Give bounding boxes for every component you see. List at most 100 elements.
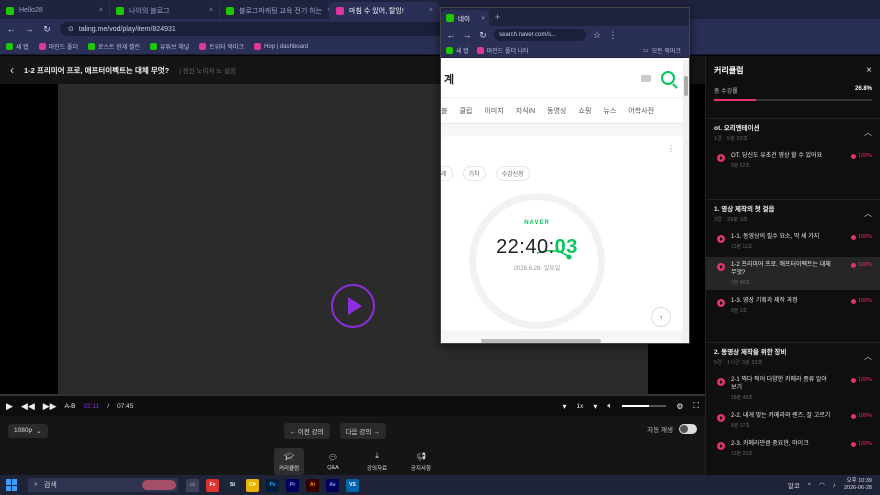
notice-tab[interactable]: 📢︎ 공지사항 bbox=[406, 448, 436, 475]
after-effects-icon[interactable]: Ae bbox=[326, 478, 339, 492]
forward-icon[interactable]: → bbox=[462, 30, 472, 40]
reload-icon[interactable]: ↻ bbox=[42, 24, 52, 35]
keyboard-icon[interactable] bbox=[641, 75, 651, 82]
autoplay-toggle[interactable] bbox=[679, 424, 697, 434]
lesson-item[interactable]: OT. 당신도 유초건 영상 할 수 있어요 5분 52초 100% bbox=[706, 148, 880, 173]
curriculum-tab[interactable]: 🎓︎ 커리큘럼 bbox=[274, 448, 304, 475]
lesson-item[interactable]: 2-1 찍다 찍어 다양한 카메라 종류 알아보기 18분 48초 100% bbox=[706, 372, 880, 405]
close-icon[interactable]: × bbox=[481, 15, 485, 22]
bookmark-item[interactable]: 새 탭 bbox=[446, 46, 469, 55]
lesson-item[interactable]: 2-2. 내게 맞는 카메라와 렌즈, 잘 고르기 8분 17초 100% bbox=[706, 408, 880, 433]
prev-lesson-button[interactable]: ← 이전 강의 bbox=[283, 423, 330, 439]
windows-start-icon[interactable] bbox=[6, 479, 18, 491]
section-header[interactable]: 1. 영상 제작의 첫 걸음 3강 · 29분 3초 ︿ bbox=[706, 199, 880, 225]
naver-search-bar[interactable]: 계 bbox=[441, 60, 685, 98]
lesson-item[interactable]: 1-3. 영상 기획과 제작 과정 8분 3초 100% bbox=[706, 293, 880, 318]
menu-tab[interactable]: 뉴스 bbox=[603, 106, 616, 116]
more-icon[interactable]: ⋮ bbox=[667, 144, 675, 153]
tab-2[interactable]: 나이의 블로그 × bbox=[110, 2, 220, 19]
tray-label[interactable]: 알코 bbox=[788, 480, 800, 490]
lesson-item[interactable]: 1-1. 동영상의 필수 요소, 딱 세 가지 13분 11초 100% bbox=[706, 229, 880, 254]
vscode-icon[interactable]: VS bbox=[346, 478, 359, 492]
naver-url-input[interactable]: search.naver.com/s... bbox=[494, 29, 586, 41]
steam-icon[interactable]: St bbox=[226, 478, 239, 492]
lesson-item-current[interactable]: 1-2 프리미어 프로, 애프터이펙트는 대체 무엇? 7분 48초 100% bbox=[706, 257, 880, 290]
play-icon[interactable]: ▶ bbox=[6, 401, 13, 412]
play-button[interactable] bbox=[331, 284, 375, 328]
menu-tab[interactable]: 클립 bbox=[459, 106, 472, 116]
taskbar-search[interactable]: ⌕ 검색 bbox=[28, 478, 178, 492]
photoshop-icon[interactable]: Ps bbox=[266, 478, 279, 492]
rewind-icon[interactable]: ◀◀ bbox=[21, 401, 35, 412]
reload-icon[interactable]: ↻ bbox=[478, 30, 488, 41]
bookmark-item[interactable]: 마인드 폴더 bbox=[38, 42, 78, 51]
qna-tab[interactable]: 💬︎ Q&A bbox=[318, 448, 348, 475]
scroll-thumb[interactable] bbox=[684, 76, 688, 96]
lesson-item[interactable]: 2-3. 카메라만큼 중요한, 마이크 13분 20초 100% bbox=[706, 436, 880, 461]
menu-tab[interactable]: 동영상 bbox=[547, 106, 566, 116]
ab-repeat-button[interactable]: A-B bbox=[65, 403, 76, 410]
close-icon[interactable]: × bbox=[209, 7, 213, 14]
star-icon[interactable]: ☆ bbox=[592, 30, 602, 41]
premiere-icon[interactable]: Pr bbox=[286, 478, 299, 492]
subtab[interactable]: 레 bbox=[441, 166, 453, 181]
vertical-scrollbar[interactable] bbox=[683, 60, 689, 343]
tab-4-active[interactable]: 마침 수 있어, 탈잉! × bbox=[330, 2, 440, 19]
subtab[interactable]: 수강신청 bbox=[495, 166, 530, 181]
back-icon[interactable]: ← bbox=[446, 30, 456, 40]
menu-tab[interactable]: 지식iN bbox=[516, 106, 536, 116]
new-tab-icon[interactable]: + bbox=[495, 12, 500, 22]
volume-icon[interactable]: 🔈︎ bbox=[607, 401, 612, 411]
bookmark-item[interactable]: Hop | dashboard bbox=[254, 43, 308, 50]
horizontal-scrollbar[interactable] bbox=[481, 339, 601, 343]
chevron-left-icon[interactable]: ‹ bbox=[10, 63, 14, 77]
section-header[interactable]: ot. 오리엔테이션 1강 · 5분 52초 ︿ bbox=[706, 118, 880, 144]
volume-icon[interactable]: ♪ bbox=[833, 482, 836, 489]
naver-tab[interactable]: 네이 × bbox=[441, 10, 489, 26]
scroll-top-button[interactable]: ↑ bbox=[651, 307, 671, 327]
menu-icon[interactable]: ⋮ bbox=[608, 30, 618, 41]
speed-button[interactable]: 1x bbox=[577, 403, 584, 410]
quality-select[interactable]: 1080p ⌄ bbox=[8, 424, 48, 438]
tab-1[interactable]: Hello28 × bbox=[0, 2, 110, 19]
site-info-icon[interactable]: ⊙ bbox=[68, 25, 74, 33]
tab-3[interactable]: 블로그마케팅 교육 전기 하는× bbox=[220, 2, 330, 19]
filezilla-icon[interactable]: Fe bbox=[206, 478, 219, 492]
wifi-icon[interactable]: ◠ bbox=[819, 481, 825, 489]
chevron-up-icon[interactable]: ︿ bbox=[864, 351, 872, 362]
section-header[interactable]: 2. 동영상 제작을 위한 장비 5강 · 1시간 3분 33초 ︿ bbox=[706, 342, 880, 368]
next-lesson-button[interactable]: 다음 강의 → bbox=[339, 423, 386, 439]
bookmark-item[interactable]: 트위터 북마크 bbox=[199, 42, 244, 51]
bookmark-item[interactable]: 마인드 폴더 나타 bbox=[476, 46, 529, 55]
task-view-icon[interactable]: ▭ bbox=[186, 478, 199, 492]
chevron-up-icon[interactable]: ^ bbox=[808, 482, 811, 489]
bookmark-item[interactable]: 새 탭 bbox=[6, 42, 29, 51]
gear-icon[interactable]: ⚙ bbox=[676, 402, 683, 411]
back-icon[interactable]: ← bbox=[6, 24, 16, 34]
close-icon[interactable]: × bbox=[99, 7, 103, 14]
fullscreen-icon[interactable]: ⛶ bbox=[693, 401, 699, 411]
search-icon[interactable] bbox=[661, 71, 675, 85]
menu-tab[interactable]: 쇼핑 bbox=[579, 106, 592, 116]
fast-forward-icon[interactable]: ▶▶ bbox=[43, 401, 57, 412]
url-input[interactable]: ⊙ taling.me/vod/play/item/824931 bbox=[60, 22, 450, 36]
naver-browser-window[interactable]: 네이 × + ← → ↻ search.naver.com/s... ☆ ⋮ 새 … bbox=[440, 7, 690, 344]
tray-clock[interactable]: 오후 10:39 2026-06-28 bbox=[844, 478, 872, 492]
chevron-down-icon[interactable]: ▾ bbox=[593, 402, 597, 411]
illustrator-icon[interactable]: Ai bbox=[306, 478, 319, 492]
materials-tab[interactable]: ⤓ 강의자료 bbox=[362, 448, 392, 475]
menu-tab[interactable]: 이미지 bbox=[484, 106, 503, 116]
chevron-up-icon[interactable]: ︿ bbox=[864, 127, 872, 138]
menu-tab[interactable]: 어학사전 bbox=[628, 106, 654, 116]
close-icon[interactable]: × bbox=[866, 65, 872, 76]
menu-tab[interactable]: 블 bbox=[441, 106, 447, 116]
close-icon[interactable]: × bbox=[429, 7, 433, 14]
forward-icon[interactable]: → bbox=[24, 24, 34, 34]
volume-slider[interactable] bbox=[622, 405, 667, 407]
bookmark-item[interactable]: ▭ 모든 북마크 bbox=[643, 46, 681, 55]
chevron-down-icon[interactable]: ▾ bbox=[563, 402, 567, 411]
chevron-up-icon[interactable]: ︿ bbox=[864, 208, 872, 219]
subtab[interactable]: 기차 bbox=[462, 166, 486, 181]
bookmark-item[interactable]: 유튜브 채널 bbox=[149, 42, 189, 51]
bookmark-item[interactable]: 로스트 현재 챌린 bbox=[88, 42, 140, 51]
